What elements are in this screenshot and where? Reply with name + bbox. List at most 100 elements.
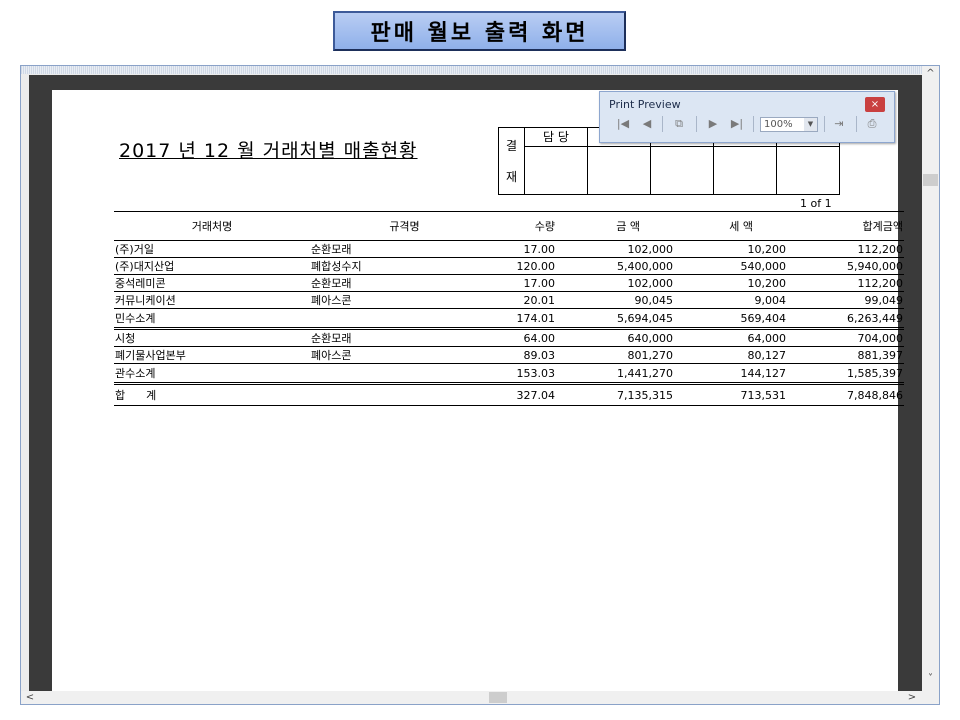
cell-amount: 640,000 (556, 328, 674, 347)
cell-qty: 89.03 (460, 346, 556, 364)
zoom-select[interactable]: 100% ▼ (760, 117, 818, 132)
cell-amount: 90,045 (556, 291, 674, 309)
cell-tax: 80,127 (674, 346, 787, 364)
approval-sign-1 (524, 145, 588, 196)
cell-total: 112,200 (787, 274, 904, 292)
close-button[interactable]: × (865, 97, 885, 112)
prev-page-icon[interactable]: ◀ (638, 115, 656, 133)
table-row: 커뮤니케이션 폐아스콘 20.01 90,045 9,004 99,049 (114, 291, 904, 309)
scroll-down-arrow[interactable]: ˅ (922, 671, 939, 687)
cell-spec: 순환모래 (310, 328, 460, 347)
cell-spec: 폐아스콘 (310, 346, 460, 364)
cell-qty: 174.01 (460, 308, 556, 330)
cell-total: 112,200 (787, 240, 904, 258)
banner-title: 판매 월보 출력 화면 (370, 21, 589, 46)
sales-table: 거래처명 규격명 수량 금 액 세 액 합계금액 (주)거일 순환모래 17.0… (114, 211, 904, 406)
cell-customer: 시청 (114, 328, 310, 347)
cell-customer: (주)대지산업 (114, 257, 310, 275)
horizontal-scroll-thumb[interactable] (489, 692, 507, 703)
cell-qty: 17.00 (460, 240, 556, 258)
cell-tax: 144,127 (674, 363, 787, 385)
cell-tax: 713,531 (674, 383, 787, 406)
cell-total-label: 합 계 (114, 383, 310, 406)
report-viewer: 2017 년 12 월 거래처별 매출현황 결 재 담 당 1 of 1 거래처… (20, 65, 940, 705)
cell-subtotal-label: 민수소계 (114, 308, 310, 330)
col-header-customer: 거래처명 (114, 211, 310, 241)
print-preview-toolbar: Print Preview × |◀ ◀ ⧉ ▶ ▶| 100% ▼ ⇥ ⎙ (599, 91, 895, 143)
cell-qty: 153.03 (460, 363, 556, 385)
cell-spec: 폐합성수지 (310, 257, 460, 275)
chevron-down-icon[interactable]: ▼ (804, 118, 817, 131)
cell-tax: 9,004 (674, 291, 787, 309)
export-icon[interactable]: ⇥ (830, 115, 848, 133)
cell-qty: 327.04 (460, 383, 556, 406)
first-page-icon[interactable]: |◀ (614, 115, 632, 133)
cell-total: 1,585,397 (787, 363, 904, 385)
table-row: 중석레미콘 순환모래 17.00 102,000 10,200 112,200 (114, 274, 904, 292)
toolbar-separator (856, 116, 857, 132)
cell-total: 881,397 (787, 346, 904, 364)
table-row: 폐기물사업본부 폐아스콘 89.03 801,270 80,127 881,39… (114, 346, 904, 364)
cell-amount: 5,400,000 (556, 257, 674, 275)
scroll-right-arrow[interactable]: > (905, 691, 919, 704)
cell-amount: 1,441,270 (556, 363, 674, 385)
col-header-amount: 금 액 (556, 211, 674, 241)
subtotal-row-public: 관수소계 153.03 1,441,270 144,127 1,585,397 (114, 363, 904, 385)
last-page-icon[interactable]: ▶| (728, 115, 746, 133)
cell-customer: (주)거일 (114, 240, 310, 258)
approval-label-cell: 결 재 (498, 127, 525, 195)
approval-label-top: 결 (505, 139, 518, 153)
col-header-spec: 규격명 (310, 211, 460, 241)
cell-spec (310, 363, 460, 385)
scroll-left-arrow[interactable]: < (23, 691, 37, 704)
zoom-value: 100% (764, 119, 793, 130)
cell-tax: 540,000 (674, 257, 787, 275)
cell-total: 5,940,000 (787, 257, 904, 275)
cell-tax: 10,200 (674, 274, 787, 292)
cell-amount: 801,270 (556, 346, 674, 364)
vertical-scrollbar[interactable]: ^ ˅ (922, 66, 939, 692)
cell-customer: 중석레미콘 (114, 274, 310, 292)
table-header-row: 거래처명 규격명 수량 금 액 세 액 합계금액 (114, 211, 904, 241)
cell-subtotal-label: 관수소계 (114, 363, 310, 385)
toolbar-separator (662, 116, 663, 132)
cell-spec (310, 383, 460, 406)
cell-amount: 7,135,315 (556, 383, 674, 406)
cell-spec: 폐아스콘 (310, 291, 460, 309)
approval-sign-3 (650, 145, 714, 196)
approval-sign-4 (713, 145, 777, 196)
cell-qty: 64.00 (460, 328, 556, 347)
table-row: (주)거일 순환모래 17.00 102,000 10,200 112,200 (114, 240, 904, 258)
page-title-banner: 판매 월보 출력 화면 (333, 11, 626, 51)
subtotal-row-private: 민수소계 174.01 5,694,045 569,404 6,263,449 (114, 308, 904, 330)
cell-qty: 17.00 (460, 274, 556, 292)
toolbar-separator (696, 116, 697, 132)
report-page: 2017 년 12 월 거래처별 매출현황 결 재 담 당 1 of 1 거래처… (52, 90, 904, 692)
vertical-scroll-thumb[interactable] (923, 174, 938, 186)
cell-total: 6,263,449 (787, 308, 904, 330)
cell-spec (310, 308, 460, 330)
cell-tax: 64,000 (674, 328, 787, 347)
cell-tax: 569,404 (674, 308, 787, 330)
cell-total: 7,848,846 (787, 383, 904, 406)
scroll-up-arrow[interactable]: ^ (922, 66, 939, 82)
print-preview-title: Print Preview (609, 98, 681, 111)
cell-amount: 102,000 (556, 274, 674, 292)
toolbar-separator (753, 116, 754, 132)
page-indicator: 1 of 1 (800, 197, 832, 210)
cell-amount: 102,000 (556, 240, 674, 258)
horizontal-scrollbar[interactable]: < > (21, 691, 939, 704)
cell-amount: 5,694,045 (556, 308, 674, 330)
cell-total: 704,000 (787, 328, 904, 347)
print-icon[interactable]: ⎙ (863, 115, 881, 133)
cell-spec: 순환모래 (310, 274, 460, 292)
viewer-top-strip (21, 66, 939, 74)
next-page-icon[interactable]: ▶ (704, 115, 722, 133)
approval-label-bottom: 재 (505, 170, 518, 184)
copy-icon[interactable]: ⧉ (670, 115, 688, 133)
approval-sign-2 (587, 145, 651, 196)
cell-customer: 커뮤니케이션 (114, 291, 310, 309)
report-canvas: 2017 년 12 월 거래처별 매출현황 결 재 담 당 1 of 1 거래처… (29, 75, 922, 692)
toolbar-separator (824, 116, 825, 132)
approval-sign-5 (776, 145, 840, 196)
